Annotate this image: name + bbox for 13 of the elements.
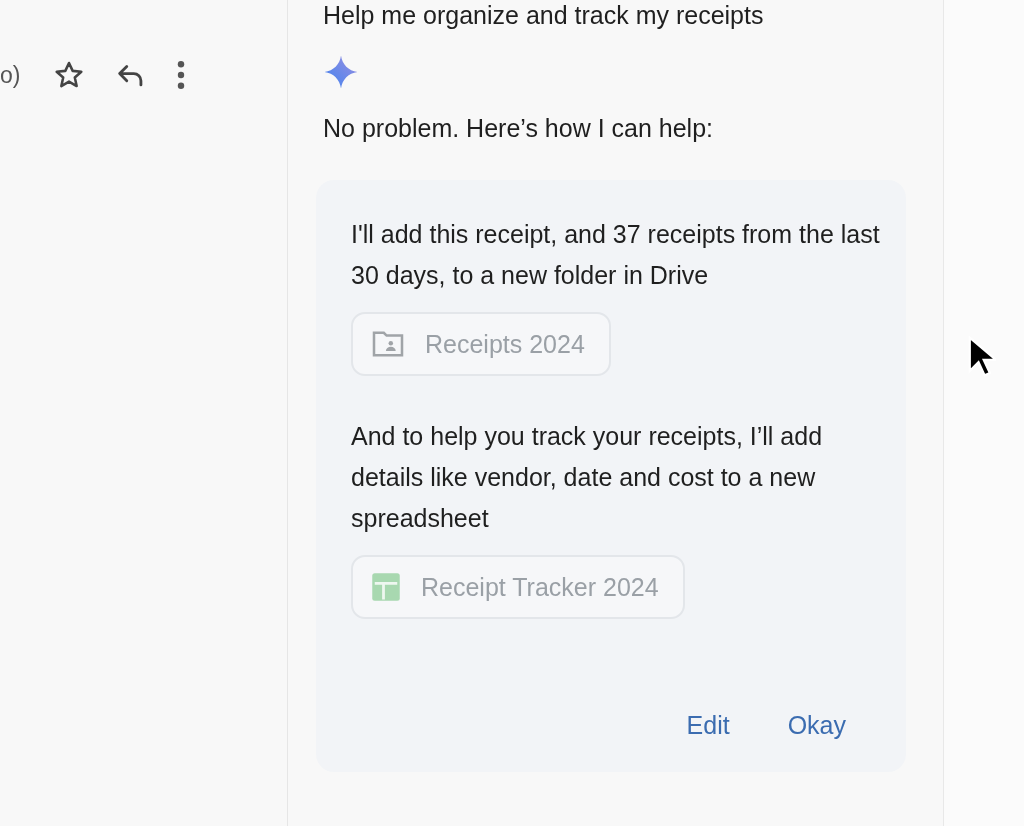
file-chip[interactable]: Receipt Tracker 2024 bbox=[351, 555, 685, 619]
action-button[interactable]: Okay bbox=[787, 711, 846, 740]
more-icon[interactable] bbox=[176, 60, 187, 90]
sparkle-icon bbox=[323, 54, 359, 90]
spreadsheet-icon bbox=[371, 572, 401, 602]
user-prompt: Help me organize and track my receipts bbox=[323, 0, 764, 30]
action-button[interactable]: Edit bbox=[686, 711, 730, 740]
response-intro: No problem. Here’s how I can help: bbox=[323, 113, 713, 144]
folder-icon bbox=[371, 330, 405, 358]
file-chip[interactable]: Receipts 2024 bbox=[351, 312, 611, 376]
step-text: I'll add this receipt, and 37 receipts from the last 30 days, to a new folder in Drive bbox=[351, 219, 881, 291]
step-text: And to help you track your receipts, I’ll add details like vendor, date and cost to a new spreadsheet bbox=[351, 421, 824, 534]
sender-text: o) bbox=[0, 61, 21, 89]
